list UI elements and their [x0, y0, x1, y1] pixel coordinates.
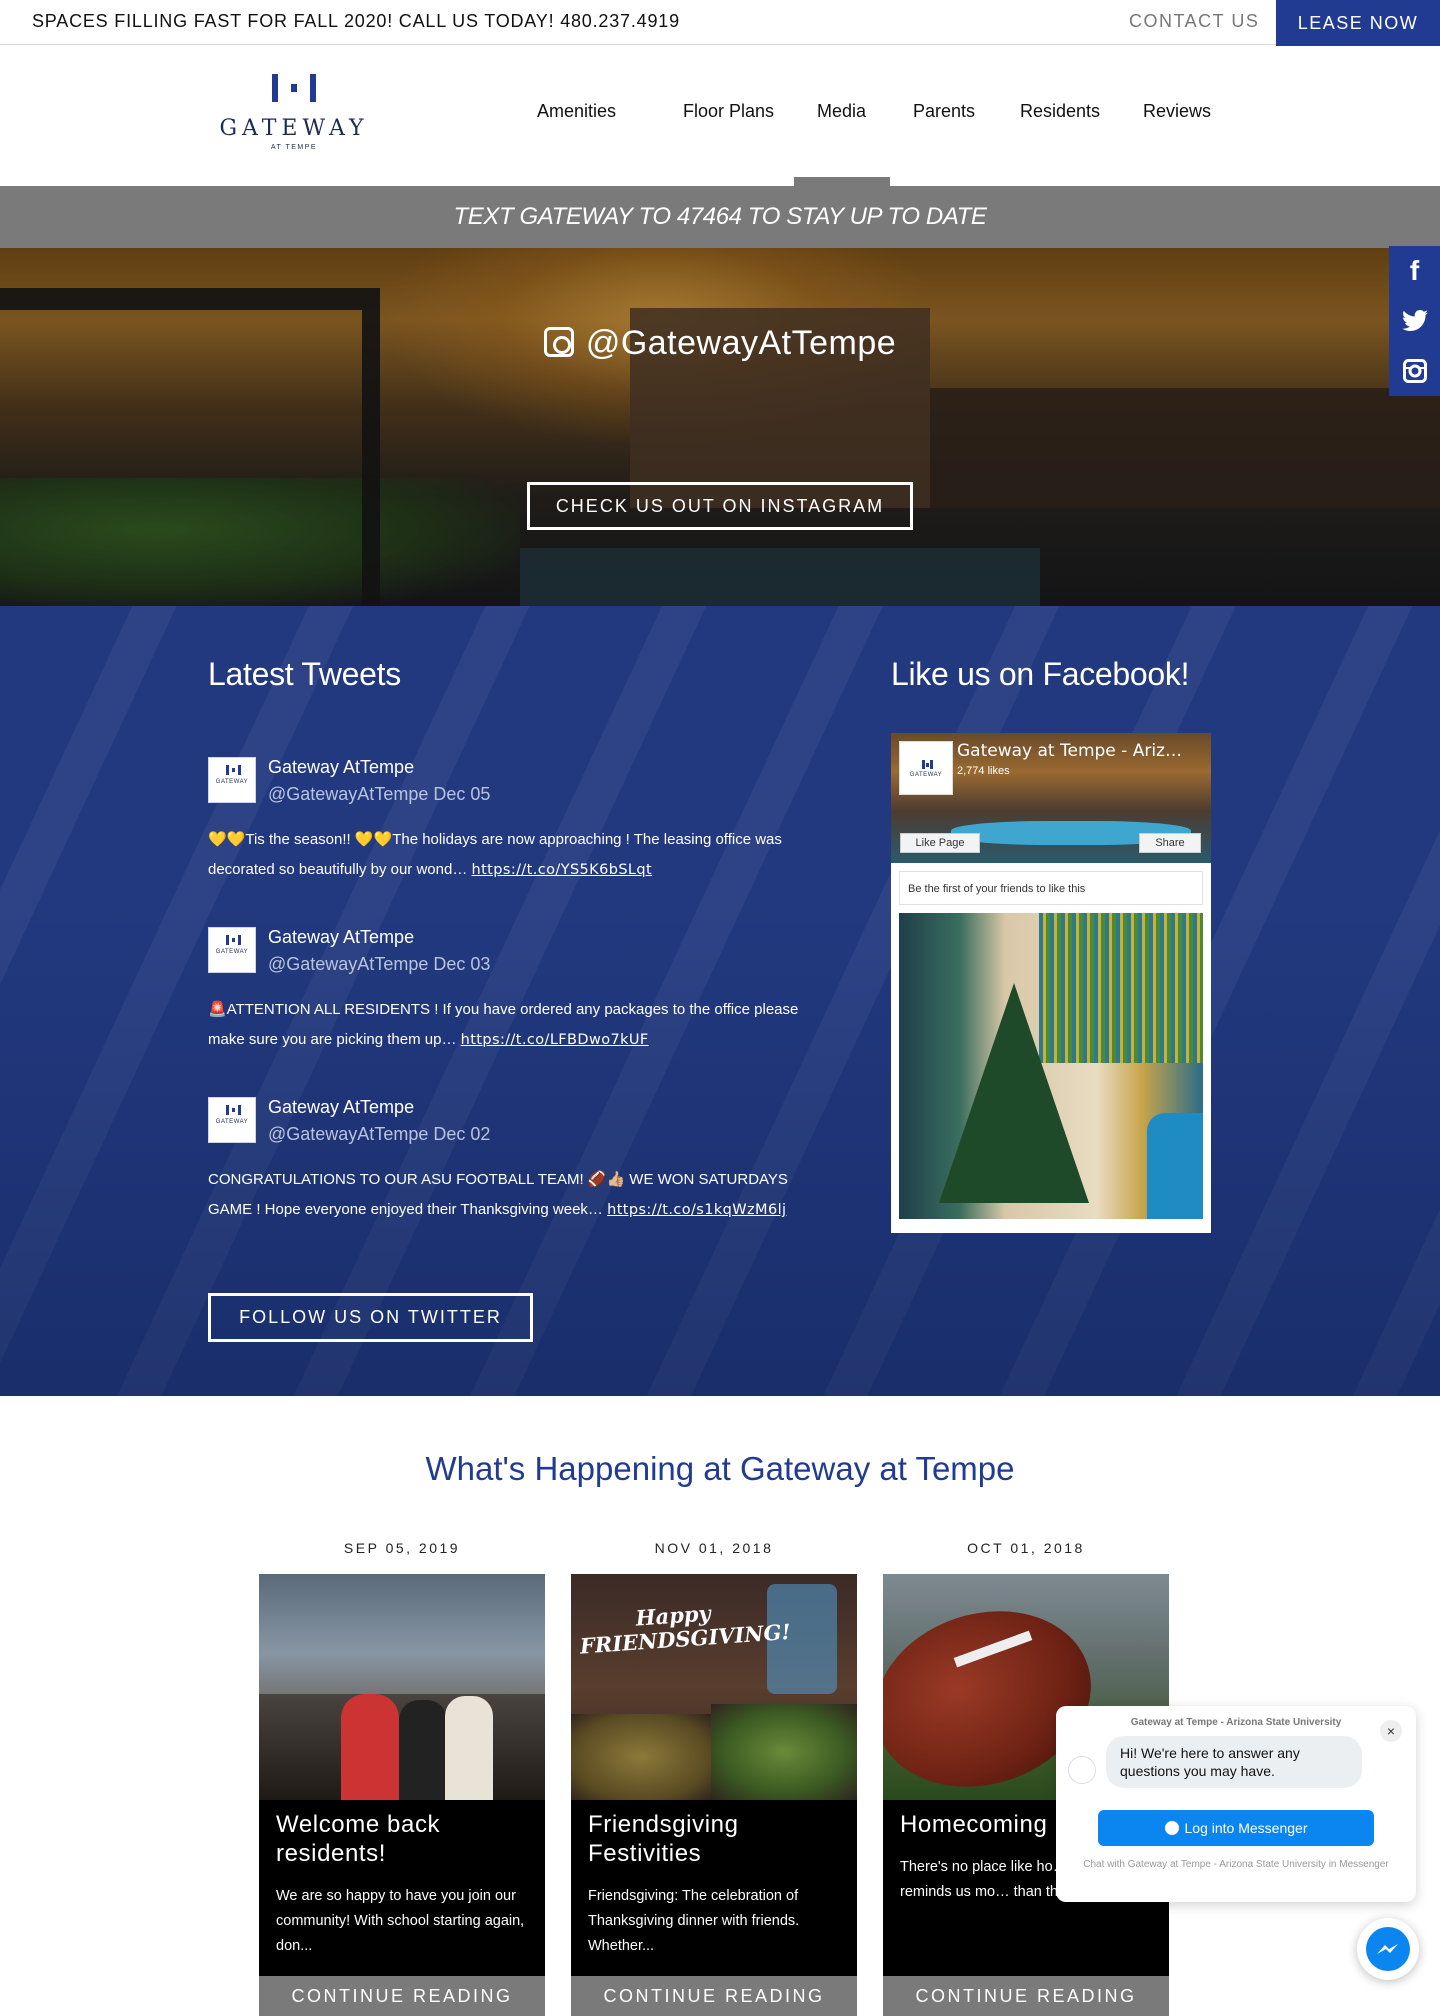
messenger-icon [1366, 1927, 1410, 1971]
messenger-chat-popup: Gateway at Tempe - Arizona State Univers… [1056, 1706, 1416, 1902]
lease-now-button[interactable]: LEASE NOW [1276, 0, 1440, 46]
event-excerpt: Friendsgiving: The celebration of Thanks… [588, 1888, 800, 1954]
event-date: NOV 01, 2018 [654, 1540, 774, 1556]
facebook-like-button[interactable]: Like Page [900, 833, 980, 853]
tweet-author-name[interactable]: Gateway AtTempe [268, 927, 414, 948]
instagram-icon [543, 327, 574, 357]
tweet-link[interactable]: https://t.co/LFBDwo7kUF [461, 1032, 649, 1048]
facebook-page-name[interactable]: Gateway at Tempe - Ariz… [957, 741, 1182, 761]
nav-item-media[interactable]: Media [817, 101, 866, 122]
event-card: SEP 05, 2019 Welcome back residents! We … [259, 1534, 545, 2016]
event-date: OCT 01, 2018 [967, 1540, 1085, 1556]
nav-item-residents[interactable]: Residents [1020, 101, 1100, 122]
twitter-icon[interactable] [1389, 296, 1440, 346]
messenger-icon [1164, 1821, 1179, 1835]
event-date: SEP 05, 2019 [343, 1540, 461, 1556]
event-excerpt: We are so happy to have you join our com… [276, 1888, 525, 1954]
nav-item-floor-plans[interactable]: Floor Plans [683, 101, 774, 122]
facebook-widget: GATEWAY Gateway at Tempe - Ariz… 2,774 l… [891, 733, 1211, 1233]
instagram-handle: @GatewayAtTempe [0, 324, 1440, 363]
instagram-hero: @GatewayAtTempe CHECK US OUT ON INSTAGRA… [0, 248, 1440, 606]
messenger-login-button[interactable]: Log into Messenger [1098, 1810, 1374, 1846]
tweet-link[interactable]: https://t.co/YS5K6bSLqt [472, 862, 653, 878]
event-image[interactable]: Happy FRIENDSGIVING! [571, 1574, 857, 1800]
facebook-friends-text: Be the first of your friends to like thi… [899, 871, 1203, 905]
tweet-handle-date: @GatewayAtTempe Dec 03 [268, 954, 491, 974]
tweet-avatar[interactable]: GATEWAY [208, 1097, 256, 1143]
tweet-author-name[interactable]: Gateway AtTempe [268, 1097, 414, 1118]
tweet-link[interactable]: https://t.co/s1kqWzM6lj [607, 1202, 786, 1218]
chat-message: Hi! We're here to answer any questions y… [1106, 1736, 1362, 1788]
nav-item-amenities[interactable]: Amenities [537, 101, 616, 122]
logo[interactable]: GATEWAY AT TEMPE [218, 74, 370, 164]
close-icon[interactable]: × [1380, 1720, 1402, 1742]
active-nav-indicator [794, 177, 890, 186]
event-title[interactable]: Welcome back residents! [276, 1810, 528, 1868]
tweet-handle-date: @GatewayAtTempe Dec 02 [268, 1124, 491, 1144]
logo-mark-icon [272, 74, 316, 102]
continue-reading-button[interactable]: CONTINUE READING [571, 1976, 857, 2016]
facebook-share-button[interactable]: Share [1139, 833, 1201, 853]
tweet-handle-date: @GatewayAtTempe Dec 05 [268, 784, 491, 804]
instagram-rail-icon[interactable] [1389, 346, 1440, 396]
chat-footer: Chat with Gateway at Tempe - Arizona Sta… [1083, 1859, 1389, 1870]
instagram-button[interactable]: CHECK US OUT ON INSTAGRAM [527, 482, 913, 530]
tweet-text: 💛💛Tis the season!! 💛💛The holidays are no… [208, 831, 782, 878]
event-card: NOV 01, 2018 Happy FRIENDSGIVING! Friend… [571, 1534, 857, 2016]
facebook-page-avatar[interactable]: GATEWAY [899, 741, 953, 795]
event-title[interactable]: Friendsgiving Festivities [588, 1810, 840, 1868]
chat-avatar [1068, 1756, 1096, 1784]
events-title: What's Happening at Gateway at Tempe [425, 1450, 1015, 1487]
logo-subtitle: AT TEMPE [270, 144, 318, 151]
tweet-text: 🚨ATTENTION ALL RESIDENTS ! If you have o… [208, 1001, 799, 1048]
site-header: GATEWAY AT TEMPE Amenities Floor Plans M… [0, 46, 1440, 186]
facebook-post-image[interactable] [899, 913, 1203, 1219]
contact-us-link[interactable]: CONTACT US [1129, 11, 1259, 32]
facebook-section-title: Like us on Facebook! [891, 656, 1190, 692]
event-image-text: Happy FRIENDSGIVING! [579, 1600, 792, 1659]
tweet-avatar[interactable]: GATEWAY [208, 757, 256, 803]
promo-text: SPACES FILLING FAST FOR FALL 2020! CALL … [32, 11, 680, 31]
nav-item-parents[interactable]: Parents [913, 101, 975, 122]
christmas-tree-image [939, 983, 1089, 1203]
social-rail: f [1389, 246, 1440, 396]
chat-from: Gateway at Tempe - Arizona State Univers… [1130, 1717, 1342, 1728]
top-bar: SPACES FILLING FAST FOR FALL 2020! CALL … [0, 0, 1440, 46]
text-alert-banner: TEXT GATEWAY TO 47464 TO STAY UP TO DATE [0, 186, 1440, 248]
tweet-avatar[interactable]: GATEWAY [208, 927, 256, 973]
facebook-likes-count: 2,774 likes [957, 765, 1010, 777]
continue-reading-button[interactable]: CONTINUE READING [259, 1976, 545, 2016]
messenger-launcher-button[interactable] [1357, 1918, 1419, 1980]
latest-tweets-title: Latest Tweets [208, 656, 401, 692]
tweet-text: CONGRATULATIONS TO OUR ASU FOOTBALL TEAM… [208, 1171, 788, 1218]
follow-twitter-button[interactable]: FOLLOW US ON TWITTER [208, 1293, 533, 1342]
instagram-handle-text: @GatewayAtTempe [585, 324, 897, 362]
continue-reading-button[interactable]: CONTINUE READING [883, 1976, 1169, 2016]
event-image[interactable] [259, 1574, 545, 1800]
tweet-author-name[interactable]: Gateway AtTempe [268, 757, 414, 778]
logo-wordmark: GATEWAY [219, 116, 369, 141]
nav-item-reviews[interactable]: Reviews [1143, 101, 1211, 122]
facebook-icon[interactable]: f [1389, 246, 1440, 296]
